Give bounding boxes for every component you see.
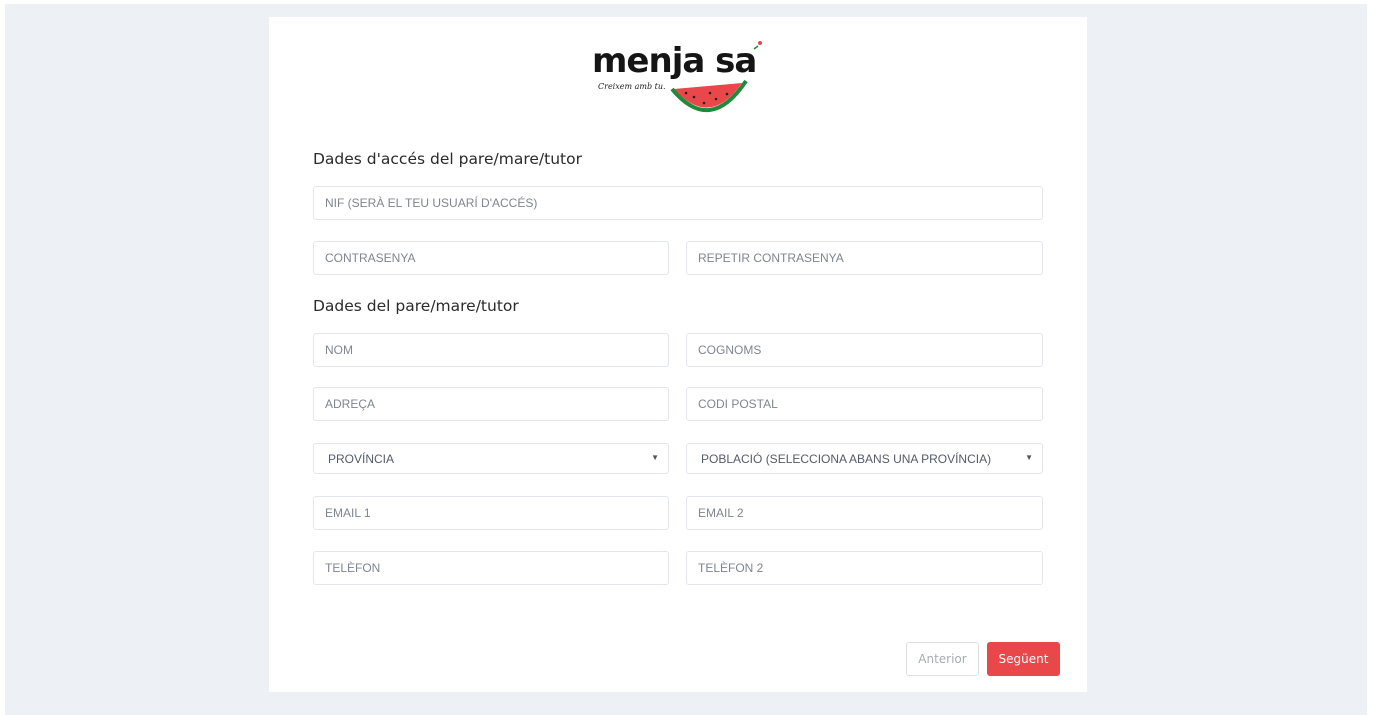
town-select-value: POBLACIÓ (SELECCIONA ABANS UNA PROVÍNCIA… [701,451,992,466]
phone-input[interactable] [313,551,669,585]
logo: menja sa Creixem amb tu. [592,37,772,117]
next-button[interactable]: Següent [987,642,1060,676]
access-section-title: Dades d'accés del pare/mare/tutor [313,150,582,168]
province-select[interactable]: PROVÍNCIA ▼ [313,443,669,474]
phone2-input[interactable] [686,551,1043,585]
surnames-input[interactable] [686,333,1043,367]
password-input[interactable] [313,241,669,275]
parent-section-title: Dades del pare/mare/tutor [313,297,519,315]
registration-card: menja sa Creixem amb tu. Dades d'accés d… [269,17,1087,692]
email2-input[interactable] [686,496,1043,530]
name-input[interactable] [313,333,669,367]
chevron-down-icon: ▼ [1025,453,1033,462]
address-input[interactable] [313,387,669,421]
nif-input[interactable] [313,186,1043,220]
watermelon-icon [670,41,762,113]
town-select[interactable]: POBLACIÓ (SELECCIONA ABANS UNA PROVÍNCIA… [686,443,1043,474]
postal-code-input[interactable] [686,387,1043,421]
province-select-value: PROVÍNCIA [328,451,395,466]
repeat-password-input[interactable] [686,241,1043,275]
email1-input[interactable] [313,496,669,530]
chevron-down-icon: ▼ [651,453,659,462]
previous-button[interactable]: Anterior [906,642,979,676]
